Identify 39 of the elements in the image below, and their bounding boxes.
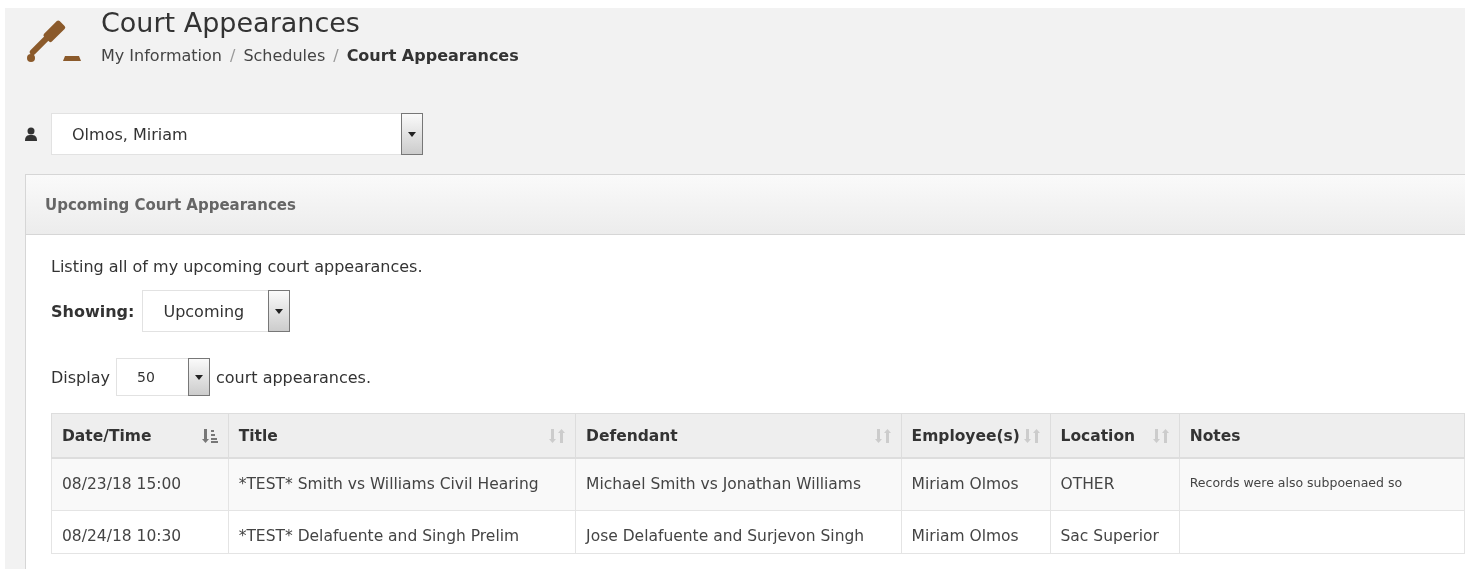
column-header[interactable]: Location xyxy=(1050,413,1180,458)
display-label: Display xyxy=(51,367,110,387)
showing-select[interactable]: Upcoming xyxy=(142,290,291,332)
gavel-icon xyxy=(25,18,83,64)
description-text: Listing all of my upcoming court appearances. xyxy=(51,257,424,276)
page-title: Court Appearances xyxy=(101,8,361,38)
dropdown-button[interactable] xyxy=(188,358,210,396)
table-cell: Jose Delafuente and Surjevon Singh xyxy=(575,510,902,553)
column-header[interactable]: Notes xyxy=(1179,413,1465,458)
table-cell: Michael Smith vs Jonathan Williams xyxy=(575,458,902,510)
display-suffix: court appearances. xyxy=(216,367,371,387)
breadcrumb-separator: / xyxy=(333,46,339,65)
column-header[interactable]: Defendant xyxy=(575,413,902,458)
dropdown-button[interactable] xyxy=(401,113,423,155)
table-cell: Miriam Olmos xyxy=(901,458,1051,510)
table-cell: 08/24/18 10:30 xyxy=(51,510,229,553)
breadcrumb-link[interactable]: My Information xyxy=(101,46,222,65)
caret-icon xyxy=(195,374,203,380)
column-header[interactable]: Date/Time xyxy=(51,413,229,458)
table-cell: *TEST* Smith vs Williams Civil Hearing xyxy=(228,458,576,510)
table-cell: OTHER xyxy=(1050,458,1180,510)
showing-label: Showing: xyxy=(51,301,135,321)
page-size-select[interactable]: 50 xyxy=(116,358,210,396)
column-header[interactable]: Title xyxy=(228,413,576,458)
breadcrumb-separator: / xyxy=(230,46,236,65)
table-cell: 08/23/18 15:00 xyxy=(51,458,229,510)
breadcrumb-link[interactable]: Schedules xyxy=(243,46,326,65)
caret-icon xyxy=(275,308,284,314)
dropdown-button[interactable] xyxy=(268,290,291,332)
column-header[interactable]: Employee(s) xyxy=(901,413,1051,458)
sort-ascending-icon[interactable] xyxy=(201,427,218,444)
table-cell: Miriam Olmos xyxy=(901,510,1051,553)
table-cell: *TEST* Delafuente and Singh Prelim xyxy=(228,510,576,553)
employee-select[interactable]: Olmos, Miriam xyxy=(51,113,423,155)
panel-title: Upcoming Court Appearances xyxy=(26,175,1465,235)
user-icon xyxy=(25,127,37,141)
caret-icon xyxy=(408,131,416,137)
table-cell: Sac Superior xyxy=(1050,510,1180,553)
table-cell: Records were also subpoenaed so xyxy=(1179,458,1465,510)
